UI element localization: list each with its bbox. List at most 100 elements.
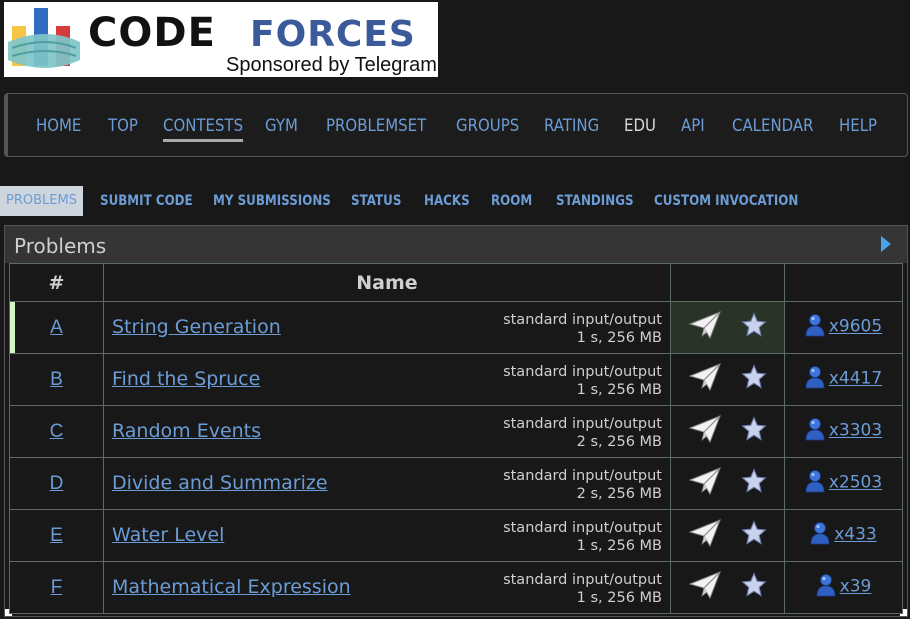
menu-item-contests[interactable]: CONTESTS bbox=[163, 116, 244, 142]
sub-menu-hacks[interactable]: HACKS bbox=[424, 186, 470, 216]
problem-limits: standard input/output 1 s, 256 MB bbox=[503, 571, 662, 607]
sub-menu-standings[interactable]: STANDINGS bbox=[556, 186, 634, 216]
problem-index-link[interactable]: A bbox=[50, 317, 63, 338]
star-icon[interactable] bbox=[740, 520, 767, 551]
problem-index-cell: A bbox=[9, 301, 104, 354]
problem-index-cell: F bbox=[9, 561, 104, 614]
paper-plane-icon[interactable] bbox=[687, 311, 721, 344]
sub-menu-custom-invocation[interactable]: CUSTOM INVOCATION bbox=[654, 186, 798, 216]
logo-text-code: CODE bbox=[88, 10, 216, 56]
problem-name-link[interactable]: Divide and Summarize bbox=[112, 472, 328, 494]
problem-index-link[interactable]: E bbox=[50, 525, 63, 546]
problem-actions-cell bbox=[670, 457, 785, 510]
codeforces-bars-icon bbox=[8, 8, 80, 68]
paper-plane-icon[interactable] bbox=[687, 363, 721, 396]
sub-menu-my-submissions[interactable]: MY SUBMISSIONS bbox=[213, 186, 331, 216]
menu-item-groups[interactable]: GROUPS bbox=[456, 116, 519, 136]
header-solved bbox=[784, 263, 903, 302]
problem-limits: standard input/output 1 s, 256 MB bbox=[503, 363, 662, 399]
table-row: A String Generation standard input/output 1… bbox=[9, 301, 903, 354]
problem-name-link[interactable]: Random Events bbox=[112, 420, 261, 442]
problem-limits: standard input/output 1 s, 256 MB bbox=[503, 311, 662, 347]
star-icon[interactable] bbox=[740, 312, 767, 343]
problem-name-cell: Mathematical Expression standard input/ou… bbox=[103, 561, 671, 614]
menu-item-edu[interactable]: EDU bbox=[624, 116, 656, 136]
sub-menu-problems[interactable]: PROBLEMS bbox=[0, 186, 83, 216]
problem-name-cell: Water Level standard input/output 1 s, 256… bbox=[103, 509, 671, 562]
problem-solved-cell: x433 bbox=[784, 509, 903, 562]
problem-index-link[interactable]: C bbox=[50, 421, 64, 442]
problem-limit-text: 1 s, 256 MB bbox=[576, 590, 662, 606]
problem-limit-text: 1 s, 256 MB bbox=[576, 330, 662, 346]
problem-index-link[interactable]: F bbox=[51, 577, 63, 598]
table-row: F Mathematical Expression standard input/o… bbox=[9, 561, 903, 614]
problem-index-cell: C bbox=[9, 405, 104, 458]
problem-solved-cell: x3303 bbox=[784, 405, 903, 458]
sub-menu-room[interactable]: ROOM bbox=[491, 186, 532, 216]
problem-limits: standard input/output 2 s, 256 MB bbox=[503, 415, 662, 451]
paper-plane-icon[interactable] bbox=[687, 467, 721, 500]
logo-sponsor-text: Sponsored by Telegram bbox=[226, 54, 437, 76]
paper-plane-icon[interactable] bbox=[687, 571, 721, 604]
solved-count-link[interactable]: x39 bbox=[840, 577, 872, 597]
logo-text-forces: FORCES bbox=[250, 14, 416, 55]
solved-count-link[interactable]: x9605 bbox=[829, 317, 882, 337]
problem-limits: standard input/output 2 s, 256 MB bbox=[503, 467, 662, 503]
problems-box-header: Problems bbox=[5, 226, 907, 263]
table-row: D Divide and Summarize standard input/outp… bbox=[9, 457, 903, 510]
menu-item-calendar[interactable]: CALENDAR bbox=[732, 116, 814, 136]
menu-item-rating[interactable]: RATING bbox=[544, 116, 599, 136]
user-icon bbox=[810, 521, 830, 550]
menu-item-home[interactable]: HOME bbox=[36, 116, 81, 136]
star-icon[interactable] bbox=[740, 468, 767, 499]
star-icon[interactable] bbox=[740, 572, 767, 603]
sub-menu-submit-code[interactable]: SUBMIT CODE bbox=[100, 186, 193, 216]
problem-name-cell: Divide and Summarize standard input/outpu… bbox=[103, 457, 671, 510]
problem-index-link[interactable]: B bbox=[50, 369, 63, 390]
problem-name-cell: Find the Spruce standard input/output 1 s,… bbox=[103, 353, 671, 406]
expand-arrow-icon[interactable] bbox=[881, 236, 891, 252]
solved-count-link[interactable]: x3303 bbox=[829, 421, 882, 441]
problems-table: # Name A String Generation standard input/… bbox=[9, 263, 903, 614]
menu-item-api[interactable]: API bbox=[681, 116, 705, 136]
solved-count-link[interactable]: x2503 bbox=[829, 473, 882, 493]
problem-name-link[interactable]: String Generation bbox=[112, 316, 281, 338]
problem-index-link[interactable]: D bbox=[50, 473, 64, 494]
user-icon bbox=[805, 469, 825, 498]
menu-item-top[interactable]: TOP bbox=[108, 116, 138, 136]
problem-name-link[interactable]: Find the Spruce bbox=[112, 368, 260, 390]
solved-count-link[interactable]: x4417 bbox=[829, 369, 882, 389]
problem-solved-cell: x9605 bbox=[784, 301, 903, 354]
problem-io-text: standard input/output bbox=[503, 416, 662, 432]
table-row: E Water Level standard input/output 1 s, 25… bbox=[9, 509, 903, 562]
star-icon[interactable] bbox=[740, 416, 767, 447]
solved-count-link[interactable]: x433 bbox=[834, 525, 877, 545]
problem-io-text: standard input/output bbox=[503, 520, 662, 536]
problem-limit-text: 1 s, 256 MB bbox=[576, 538, 662, 554]
problem-actions-cell bbox=[670, 405, 785, 458]
problems-box: Problems # Name A String Generation standa… bbox=[4, 225, 908, 617]
paper-plane-icon[interactable] bbox=[687, 519, 721, 552]
paper-plane-icon[interactable] bbox=[687, 415, 721, 448]
problem-name-link[interactable]: Water Level bbox=[112, 524, 224, 546]
contest-sub-menu: PROBLEMS SUBMIT CODE MY SUBMISSIONS STATUS H… bbox=[0, 186, 910, 216]
user-icon bbox=[805, 417, 825, 446]
problem-limit-text: 1 s, 256 MB bbox=[576, 382, 662, 398]
codeforces-logo[interactable]: CODE FORCES Sponsored by Telegram bbox=[4, 2, 438, 77]
problem-io-text: standard input/output bbox=[503, 364, 662, 380]
table-header-row: # Name bbox=[9, 263, 903, 302]
header-name: Name bbox=[103, 263, 671, 302]
problem-index-cell: D bbox=[9, 457, 104, 510]
sub-menu-status[interactable]: STATUS bbox=[351, 186, 401, 216]
problem-limit-text: 2 s, 256 MB bbox=[576, 434, 662, 450]
problem-name-cell: Random Events standard input/output 2 s, 2… bbox=[103, 405, 671, 458]
star-icon[interactable] bbox=[740, 364, 767, 395]
menu-item-help[interactable]: HELP bbox=[839, 116, 877, 136]
menu-item-gym[interactable]: GYM bbox=[265, 116, 298, 136]
problem-name-link[interactable]: Mathematical Expression bbox=[112, 576, 351, 598]
user-icon bbox=[816, 573, 836, 602]
menu-item-problemset[interactable]: PROBLEMSET bbox=[326, 116, 426, 136]
table-row: C Random Events standard input/output 2 s, … bbox=[9, 405, 903, 458]
problem-solved-cell: x2503 bbox=[784, 457, 903, 510]
user-icon bbox=[805, 365, 825, 394]
